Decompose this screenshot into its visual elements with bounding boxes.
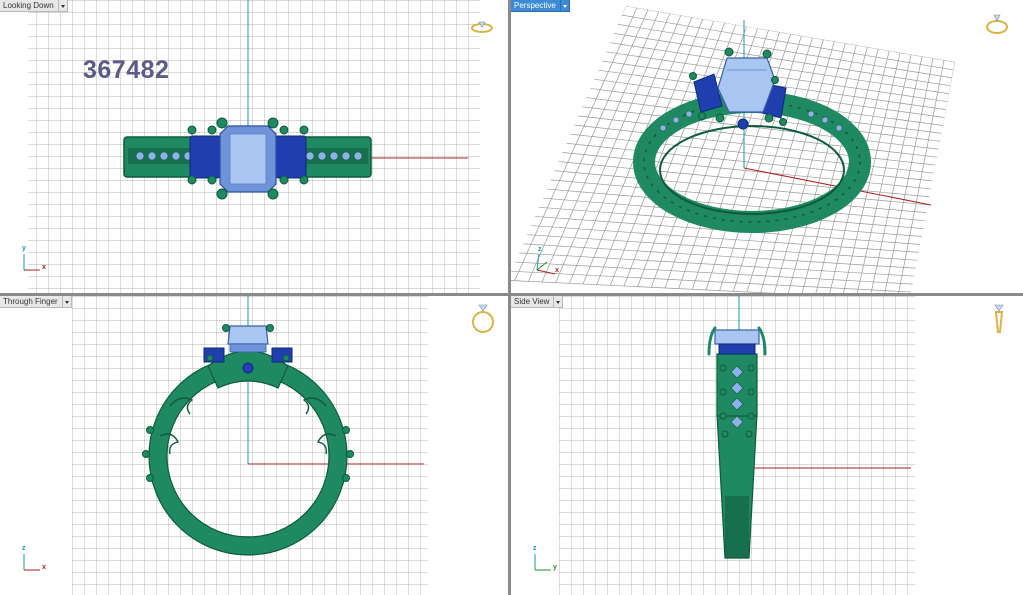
axis-label-horizontal: x <box>42 264 46 271</box>
axis-label-vertical: z <box>22 545 26 552</box>
model-number-stamp: 367482 <box>83 56 170 84</box>
axis-widget-icon: y x <box>18 245 48 276</box>
through-finger-scene <box>72 296 428 595</box>
viewport-through-finger[interactable]: Through Finger z x <box>0 296 508 595</box>
axis-label-vertical: y <box>22 245 26 252</box>
ring-icon[interactable] <box>984 12 1010 41</box>
side-view-scene <box>559 296 915 595</box>
viewport-menu-icon[interactable] <box>58 0 68 12</box>
viewport-title[interactable]: Looking Down <box>0 0 59 12</box>
viewport-looking-down[interactable]: Looking Down 367482 y x <box>0 0 508 293</box>
axis-widget-icon: z x <box>531 246 563 278</box>
viewport-menu-icon[interactable] <box>62 296 72 308</box>
axis-label-horizontal: x <box>555 267 559 274</box>
construction-grid <box>511 6 955 293</box>
viewport-title-bar[interactable]: Perspective <box>511 0 570 12</box>
axis-label-vertical: z <box>533 545 537 552</box>
axis-label-horizontal: x <box>42 564 46 571</box>
perspective-scene <box>511 6 955 293</box>
axis-widget-icon: z x <box>18 545 48 576</box>
side-stone-right <box>271 347 293 363</box>
axis-label-horizontal: y <box>553 564 557 571</box>
axis-label-vertical: z <box>538 246 542 253</box>
side-stone <box>718 343 756 355</box>
ring-icon[interactable] <box>470 302 496 341</box>
ring-icon[interactable] <box>989 302 1009 341</box>
center-stone <box>714 329 760 345</box>
side-stone-left <box>203 347 225 363</box>
ring-icon[interactable] <box>470 16 494 41</box>
viewport-title-bar[interactable]: Looking Down <box>0 0 68 12</box>
side-stone-left <box>189 135 221 179</box>
viewport-side-view[interactable]: Side View z y <box>511 296 1023 595</box>
side-stone-right <box>275 135 307 179</box>
viewport-perspective[interactable]: Perspective z x <box>511 0 1023 293</box>
axis-widget-icon: z y <box>529 545 559 576</box>
viewport-menu-icon[interactable] <box>560 0 570 12</box>
viewport-title-bar[interactable]: Through Finger <box>0 296 72 308</box>
viewport-menu-icon[interactable] <box>554 296 564 308</box>
looking-down-scene <box>28 0 480 293</box>
center-stone <box>717 57 776 113</box>
viewport-title[interactable]: Through Finger <box>0 296 63 308</box>
viewport-title[interactable]: Perspective <box>511 0 561 12</box>
viewport-title-bar[interactable]: Side View <box>511 296 564 308</box>
viewport-title[interactable]: Side View <box>511 296 555 308</box>
center-stone <box>227 325 269 345</box>
